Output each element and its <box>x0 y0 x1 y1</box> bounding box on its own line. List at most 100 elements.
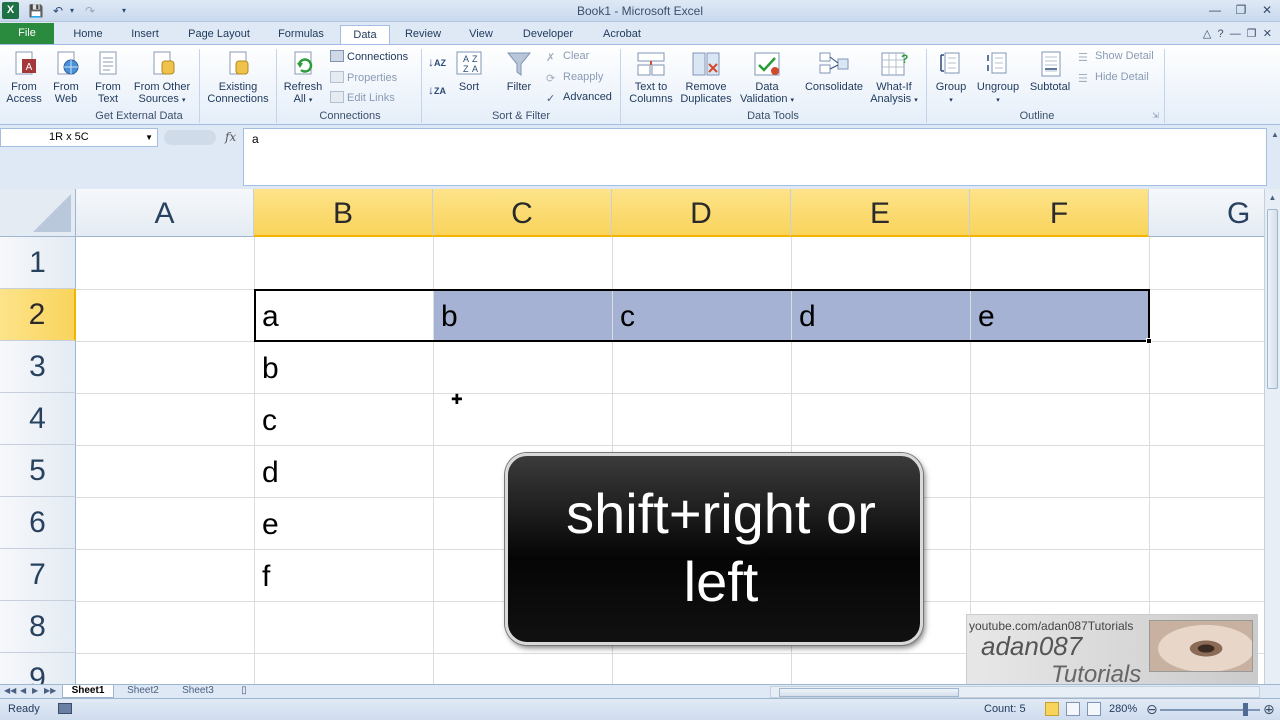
svg-text:A: A <box>472 64 478 74</box>
what-if-analysis-icon: ? <box>881 52 908 76</box>
mouse-cursor-icon: ✚ <box>451 391 463 407</box>
tab-view[interactable]: View <box>458 25 504 44</box>
tab-formulas[interactable]: Formulas <box>270 25 332 44</box>
connections-button[interactable]: Connections <box>330 50 408 63</box>
tab-file[interactable]: File <box>0 23 54 44</box>
fill-handle[interactable] <box>1146 338 1152 344</box>
from-text-button[interactable]: From Text <box>88 49 128 105</box>
what-if-analysis-button[interactable]: ? What-If Analysis ▾ <box>866 49 922 107</box>
ribbon-window-controls[interactable]: △ ? — ❐ ✕ <box>1203 27 1272 40</box>
eye-image <box>1149 620 1253 672</box>
column-header-g[interactable]: G <box>1149 189 1264 237</box>
edit-links-button[interactable]: Edit Links <box>330 91 395 104</box>
ungroup-button[interactable]: Ungroup ▾ <box>974 49 1022 107</box>
hide-detail-button[interactable]: ☰ Hide Detail <box>1078 71 1149 85</box>
cell-b4[interactable]: c <box>255 393 433 445</box>
reapply-button[interactable]: ⟳ Reapply <box>546 71 603 85</box>
zoom-slider-thumb[interactable] <box>1243 703 1248 716</box>
dialog-launcher-icon[interactable]: ⇲ <box>1152 111 1159 120</box>
filter-funnel-icon <box>506 52 532 76</box>
sheet-tab-sheet1[interactable]: Sheet1 <box>62 685 114 698</box>
insert-sheet-icon[interactable]: ▯ <box>230 685 258 698</box>
last-sheet-icon[interactable]: ▶▶ <box>44 686 56 695</box>
existing-connections-button[interactable]: Existing Connections <box>204 49 272 105</box>
text-to-columns-icon <box>637 52 665 76</box>
tab-review[interactable]: Review <box>396 25 450 44</box>
sort-button[interactable]: AZZA Sort <box>452 49 486 93</box>
close-icon[interactable]: ✕ <box>1256 2 1278 18</box>
page-break-preview-icon[interactable] <box>1087 702 1101 716</box>
sheet-tab-sheet2[interactable]: Sheet2 <box>118 685 168 698</box>
advanced-button[interactable]: ✓ Advanced <box>546 91 612 105</box>
formula-bar-resize-handle[interactable] <box>164 130 216 145</box>
vertical-scrollbar[interactable]: ▲ <box>1264 189 1280 684</box>
tab-home[interactable]: Home <box>66 25 110 44</box>
normal-view-icon[interactable] <box>1045 702 1059 716</box>
tab-developer[interactable]: Developer <box>514 25 582 44</box>
name-box-dropdown-icon[interactable]: ▼ <box>145 129 153 146</box>
column-header-d[interactable]: D <box>612 189 791 237</box>
name-box[interactable]: 1R x 5C ▼ <box>0 128 158 147</box>
first-sheet-icon[interactable]: ◀◀ <box>4 686 16 695</box>
restore-icon[interactable]: ❐ <box>1230 2 1252 18</box>
select-all-corner[interactable] <box>0 189 76 237</box>
separator <box>421 49 422 123</box>
cell-b3[interactable]: b <box>255 341 433 393</box>
from-other-sources-button[interactable]: From Other Sources ▾ <box>130 49 194 107</box>
text-to-columns-button[interactable]: Text to Columns <box>624 49 678 105</box>
tab-acrobat[interactable]: Acrobat <box>592 25 652 44</box>
cell-b7[interactable]: f <box>255 549 433 601</box>
from-access-button[interactable]: A From Access <box>4 49 44 105</box>
sheet-tab-sheet3[interactable]: Sheet3 <box>172 685 224 698</box>
prev-sheet-icon[interactable]: ◀ <box>20 686 26 695</box>
row-header-1[interactable]: 1 <box>0 237 76 289</box>
subtotal-button[interactable]: Subtotal <box>1024 49 1076 93</box>
cell-b6[interactable]: e <box>255 497 433 549</box>
cell-b5[interactable]: d <box>255 445 433 497</box>
formula-input[interactable]: a <box>243 128 1267 186</box>
row-header-6[interactable]: 6 <box>0 497 76 549</box>
properties-button[interactable]: Properties <box>330 71 397 84</box>
data-validation-button[interactable]: Data Validation ▾ <box>736 49 798 107</box>
formula-bar: 1R x 5C ▼ fx a ▲ <box>0 125 1280 189</box>
column-header-a[interactable]: A <box>76 189 254 237</box>
tab-insert[interactable]: Insert <box>122 25 168 44</box>
row-header-4[interactable]: 4 <box>0 393 76 445</box>
filter-button[interactable]: Filter <box>500 49 538 93</box>
sort-z-to-a-icon[interactable]: ↓ZA <box>428 83 446 97</box>
row-header-2[interactable]: 2 <box>0 289 76 341</box>
horizontal-scrollbar[interactable] <box>770 686 1260 698</box>
column-header-c[interactable]: C <box>433 189 612 237</box>
clear-button[interactable]: ✗ Clear <box>546 50 589 64</box>
group-button[interactable]: Group ▾ <box>930 49 972 107</box>
refresh-icon <box>294 51 313 75</box>
row-header-7[interactable]: 7 <box>0 549 76 601</box>
remove-duplicates-button[interactable]: Remove Duplicates <box>678 49 734 105</box>
row-header-3[interactable]: 3 <box>0 341 76 393</box>
row-header-8[interactable]: 8 <box>0 601 76 653</box>
refresh-all-button[interactable]: Refresh All ▾ <box>282 49 324 107</box>
formula-bar-expand[interactable]: ▲ <box>1270 128 1280 186</box>
sort-a-to-z-icon[interactable]: ↓AZ <box>428 55 446 69</box>
scroll-up-icon[interactable]: ▲ <box>1265 191 1280 205</box>
tab-data[interactable]: Data <box>340 25 390 44</box>
zoom-in-icon[interactable]: ⊕ <box>1263 701 1275 718</box>
row-header-5[interactable]: 5 <box>0 445 76 497</box>
page-layout-view-icon[interactable] <box>1066 702 1080 716</box>
vertical-scroll-thumb[interactable] <box>1267 209 1278 389</box>
row-header-9[interactable]: 9 <box>0 653 76 684</box>
zoom-out-icon[interactable]: ⊖ <box>1146 701 1158 718</box>
horizontal-scroll-thumb[interactable] <box>779 688 959 697</box>
tab-page-layout[interactable]: Page Layout <box>180 25 258 44</box>
next-sheet-icon[interactable]: ▶ <box>32 686 38 695</box>
column-header-f[interactable]: F <box>970 189 1149 237</box>
show-detail-button[interactable]: ☰ Show Detail <box>1078 50 1154 64</box>
zoom-level[interactable]: 280% <box>1109 703 1137 715</box>
minimize-icon[interactable]: — <box>1204 2 1226 18</box>
consolidate-button[interactable]: Consolidate <box>800 49 868 93</box>
insert-function-icon[interactable]: fx <box>225 130 236 144</box>
column-header-e[interactable]: E <box>791 189 970 237</box>
from-web-button[interactable]: From Web <box>46 49 86 105</box>
macro-record-icon[interactable] <box>58 703 72 714</box>
column-header-b[interactable]: B <box>254 189 433 237</box>
